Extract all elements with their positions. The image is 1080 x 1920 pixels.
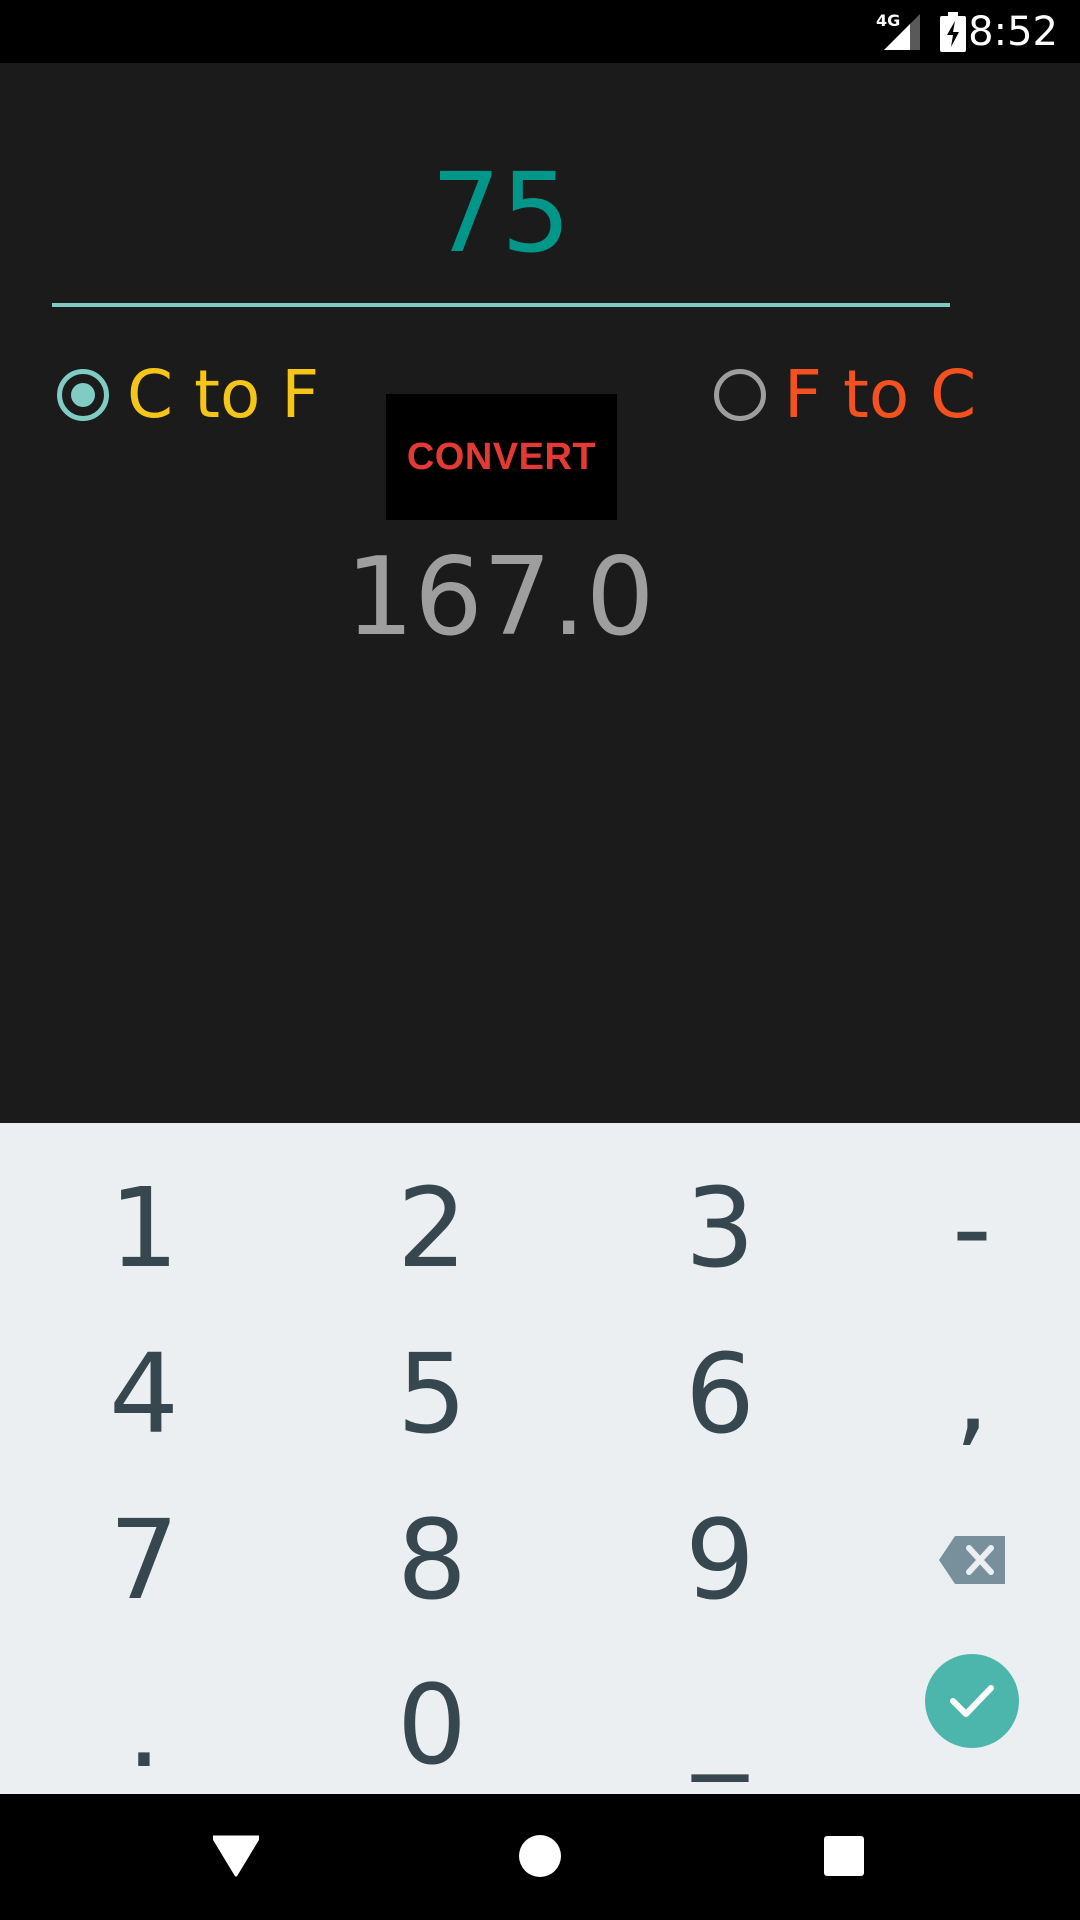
back-icon[interactable] bbox=[213, 1835, 259, 1877]
backspace-icon bbox=[939, 1536, 1005, 1584]
radio-c-to-f-label: C to F bbox=[127, 356, 320, 433]
input-underline bbox=[52, 303, 950, 307]
result-value: 167.0 bbox=[345, 535, 655, 660]
key-1[interactable]: 1 bbox=[44, 1153, 244, 1303]
key-comma[interactable]: , bbox=[872, 1319, 1072, 1469]
key-2[interactable]: 2 bbox=[332, 1153, 532, 1303]
temperature-input[interactable] bbox=[52, 163, 950, 263]
numeric-keyboard: 1 2 3 - 4 5 6 , 7 8 9 . 0 _ bbox=[0, 1123, 1080, 1794]
done-key[interactable] bbox=[925, 1654, 1019, 1748]
key-6[interactable]: 6 bbox=[620, 1319, 820, 1469]
converter-screen: C to F F to C CONVERT 167.0 bbox=[0, 63, 1080, 1123]
home-icon[interactable] bbox=[518, 1834, 562, 1878]
network-type-label: 4G bbox=[876, 11, 900, 30]
radio-checked-icon bbox=[57, 369, 109, 421]
key-minus[interactable]: - bbox=[872, 1153, 1072, 1303]
key-3[interactable]: 3 bbox=[620, 1153, 820, 1303]
key-4[interactable]: 4 bbox=[44, 1319, 244, 1469]
recents-icon[interactable] bbox=[824, 1836, 864, 1876]
convert-button[interactable]: CONVERT bbox=[386, 394, 617, 520]
status-time: 8:52 bbox=[968, 9, 1058, 55]
key-9[interactable]: 9 bbox=[620, 1485, 820, 1635]
key-7[interactable]: 7 bbox=[44, 1485, 244, 1635]
status-bar: 4G 8:52 bbox=[0, 0, 1080, 63]
signal-icon: 4G bbox=[876, 11, 920, 50]
key-space[interactable]: _ bbox=[620, 1643, 820, 1793]
battery-charging-icon bbox=[940, 12, 966, 52]
check-icon bbox=[950, 1685, 994, 1717]
key-5[interactable]: 5 bbox=[332, 1319, 532, 1469]
key-period[interactable]: . bbox=[44, 1653, 244, 1803]
radio-c-to-f[interactable]: C to F bbox=[57, 355, 319, 435]
key-0[interactable]: 0 bbox=[332, 1650, 532, 1800]
radio-f-to-c-label: F to C bbox=[784, 356, 977, 433]
navigation-bar bbox=[0, 1794, 1080, 1920]
radio-f-to-c[interactable]: F to C bbox=[714, 355, 976, 435]
backspace-key[interactable] bbox=[872, 1485, 1072, 1635]
radio-unchecked-icon bbox=[714, 369, 766, 421]
key-8[interactable]: 8 bbox=[332, 1485, 532, 1635]
